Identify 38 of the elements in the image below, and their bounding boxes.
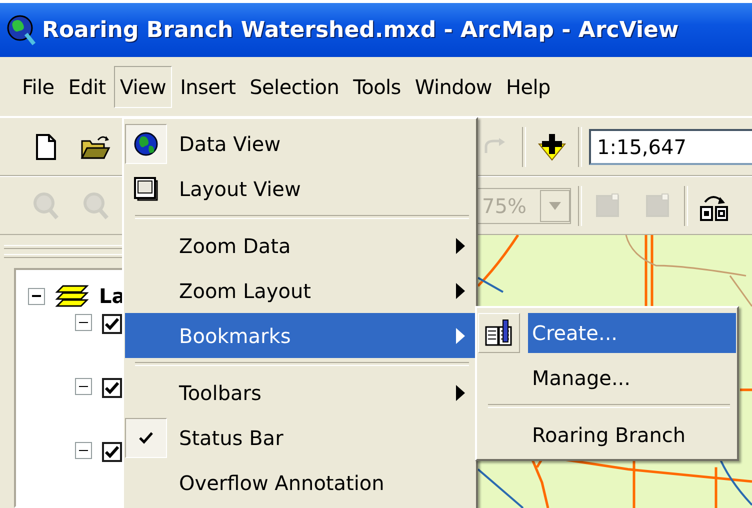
menu-item[interactable]: Overflow Annotation <box>125 460 475 505</box>
window-title: Roaring Branch Watershed.mxd - ArcMap - ArcView <box>42 18 679 42</box>
layer-checkbox[interactable] <box>102 442 122 462</box>
page-icon <box>595 192 621 218</box>
dropdown-arrow-icon <box>549 202 561 210</box>
menu-item[interactable]: Data View <box>125 121 475 166</box>
menu-item[interactable]: Tools <box>347 66 407 108</box>
magnifier-icon <box>32 190 60 220</box>
collapse-icon[interactable] <box>75 314 92 331</box>
menu-item[interactable]: Edit <box>62 66 112 108</box>
globe-icon <box>133 130 159 156</box>
menu-item[interactable]: View <box>114 66 172 108</box>
menu-item[interactable]: Insert <box>174 66 242 108</box>
menu-item[interactable]: File <box>16 66 60 108</box>
menu-item[interactable]: Zoom Data <box>125 223 475 268</box>
new-document-icon <box>35 134 57 160</box>
app-globe-icon <box>6 14 36 46</box>
collapse-icon[interactable] <box>75 378 92 395</box>
layer-checkbox[interactable] <box>102 314 122 334</box>
magnifier-icon <box>82 190 110 220</box>
menu-item[interactable]: Zoom Layout <box>125 268 475 313</box>
menu-item[interactable]: Bookmarks <box>125 313 475 358</box>
page-icon <box>645 192 671 218</box>
menu-item[interactable]: Help <box>500 66 556 108</box>
menu-item[interactable]: Window <box>408 66 498 108</box>
layer-checkbox[interactable] <box>102 378 122 398</box>
menu-item[interactable]: Toolbars <box>125 370 475 415</box>
menu-item[interactable]: Layout View <box>125 166 475 211</box>
menu-item[interactable]: Roaring Branch <box>478 412 736 457</box>
add-data-icon <box>537 132 567 162</box>
menu-item[interactable]: Selection <box>244 66 346 108</box>
scale-field[interactable]: 1:15,647 <box>589 128 752 164</box>
collapse-icon[interactable] <box>28 288 45 304</box>
menu-item[interactable]: Status Bar <box>125 415 475 460</box>
menu-item[interactable]: Manage... <box>478 355 736 400</box>
layout-page-icon <box>134 176 158 200</box>
book-icon <box>484 318 514 346</box>
collapse-icon[interactable] <box>75 442 92 459</box>
